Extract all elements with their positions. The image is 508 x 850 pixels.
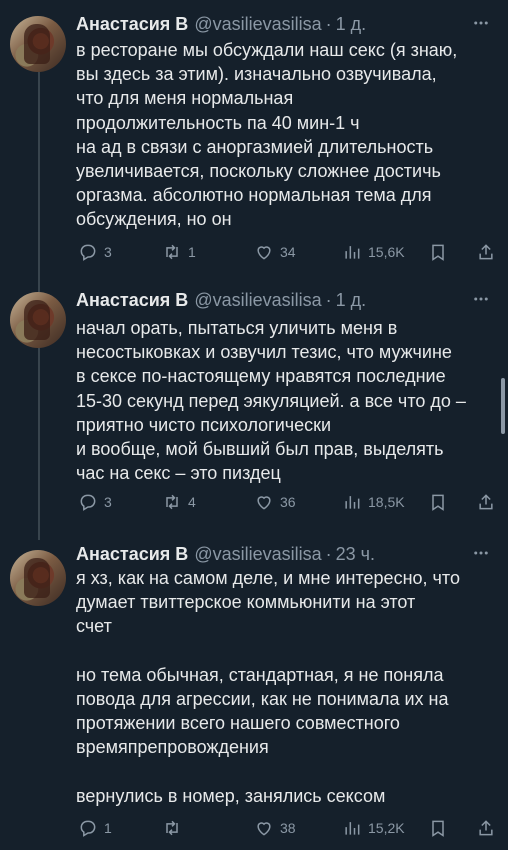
reply-count: 3: [104, 244, 112, 260]
views-count: 18,5K: [368, 494, 405, 510]
share-icon: [479, 244, 493, 260]
avatar[interactable]: [10, 292, 66, 348]
reply-button[interactable]: 3: [78, 490, 112, 514]
share-icon: [479, 820, 493, 836]
like-count: 34: [280, 244, 296, 260]
timestamp[interactable]: 1 д.: [336, 290, 367, 311]
views-button[interactable]: 15,2K: [342, 816, 405, 840]
heart-icon: [257, 822, 271, 836]
avatar[interactable]: [10, 16, 66, 72]
separator-dot: ·: [325, 13, 332, 34]
retweet-icon: [166, 494, 178, 510]
views-button[interactable]: 18,5K: [342, 490, 405, 514]
timestamp[interactable]: 23 ч.: [336, 544, 375, 565]
reply-count: 1: [104, 820, 112, 836]
bookmark-button[interactable]: [428, 240, 448, 264]
retweet-button[interactable]: 1: [162, 240, 196, 264]
retweet-count: 1: [188, 244, 196, 260]
action-bar: 3 4 36 18,5K: [72, 490, 502, 514]
heart-icon: [257, 496, 271, 510]
reply-icon: [80, 820, 96, 837]
action-bar: 3 1 34 15,6K: [72, 240, 502, 264]
like-count: 38: [280, 820, 296, 836]
more-horizontal-icon: [474, 297, 488, 301]
views-count: 15,2K: [368, 820, 405, 836]
separator-dot: ·: [325, 289, 332, 310]
scrollbar-thumb[interactable]: [501, 378, 505, 434]
views-chart-icon: [345, 246, 360, 259]
tweet[interactable]: Анастасия В @vasilievasilisa · 23 ч. я х…: [0, 538, 508, 850]
reply-button[interactable]: 3: [78, 240, 112, 264]
author-handle[interactable]: @vasilievasilisa: [194, 544, 321, 565]
author-name[interactable]: Анастасия В: [76, 290, 188, 311]
retweet-button[interactable]: [162, 816, 188, 840]
more-options-button[interactable]: [470, 542, 492, 564]
author-name[interactable]: Анастасия В: [76, 14, 188, 35]
reply-button[interactable]: 1: [78, 816, 112, 840]
author-handle[interactable]: @vasilievasilisa: [194, 290, 321, 311]
more-options-button[interactable]: [470, 288, 492, 310]
action-bar: 1 38 15,2K: [72, 816, 502, 840]
views-chart-icon: [345, 822, 360, 835]
heart-icon: [257, 246, 271, 260]
like-button[interactable]: 38: [254, 816, 296, 840]
reply-icon: [80, 244, 96, 261]
tweet-text: начал орать, пытаться уличить меня в нес…: [76, 318, 466, 484]
more-horizontal-icon: [474, 551, 488, 555]
retweet-button[interactable]: 4: [162, 490, 196, 514]
author-name[interactable]: Анастасия В: [76, 544, 188, 565]
tweet-text: в ресторане мы обсуждали наш секс (я зна…: [76, 40, 458, 230]
like-button[interactable]: 34: [254, 240, 296, 264]
like-count: 36: [280, 494, 296, 510]
tweet-header: Анастасия В @vasilievasilisa · 23 ч.: [76, 542, 375, 566]
tweet-header: Анастасия В @vasilievasilisa · 1 д.: [76, 288, 366, 312]
bookmark-icon: [432, 244, 444, 261]
bookmark-icon: [432, 494, 444, 511]
like-button[interactable]: 36: [254, 490, 296, 514]
views-count: 15,6K: [368, 244, 405, 260]
bookmark-icon: [432, 820, 444, 837]
views-button[interactable]: 15,6K: [342, 240, 405, 264]
share-button[interactable]: [476, 490, 496, 514]
tweet-header: Анастасия В @vasilievasilisa · 1 д.: [76, 12, 366, 36]
separator-dot: ·: [325, 543, 332, 564]
share-button[interactable]: [476, 240, 496, 264]
tweet[interactable]: Анастасия В @vasilievasilisa · 1 д. в ре…: [0, 0, 508, 280]
more-horizontal-icon: [474, 21, 488, 25]
bookmark-button[interactable]: [428, 816, 448, 840]
timestamp[interactable]: 1 д.: [336, 14, 367, 35]
views-chart-icon: [345, 496, 360, 509]
retweet-icon: [166, 244, 178, 260]
retweet-count: 4: [188, 494, 196, 510]
reply-icon: [80, 494, 96, 511]
avatar[interactable]: [10, 550, 66, 606]
bookmark-button[interactable]: [428, 490, 448, 514]
reply-count: 3: [104, 494, 112, 510]
retweet-icon: [166, 820, 178, 836]
share-button[interactable]: [476, 816, 496, 840]
tweet-text: я хз, как на самом деле, и мне интересно…: [76, 568, 460, 806]
share-icon: [479, 494, 493, 510]
tweet[interactable]: Анастасия В @vasilievasilisa · 1 д. нача…: [0, 280, 508, 538]
author-handle[interactable]: @vasilievasilisa: [194, 14, 321, 35]
more-options-button[interactable]: [470, 12, 492, 34]
